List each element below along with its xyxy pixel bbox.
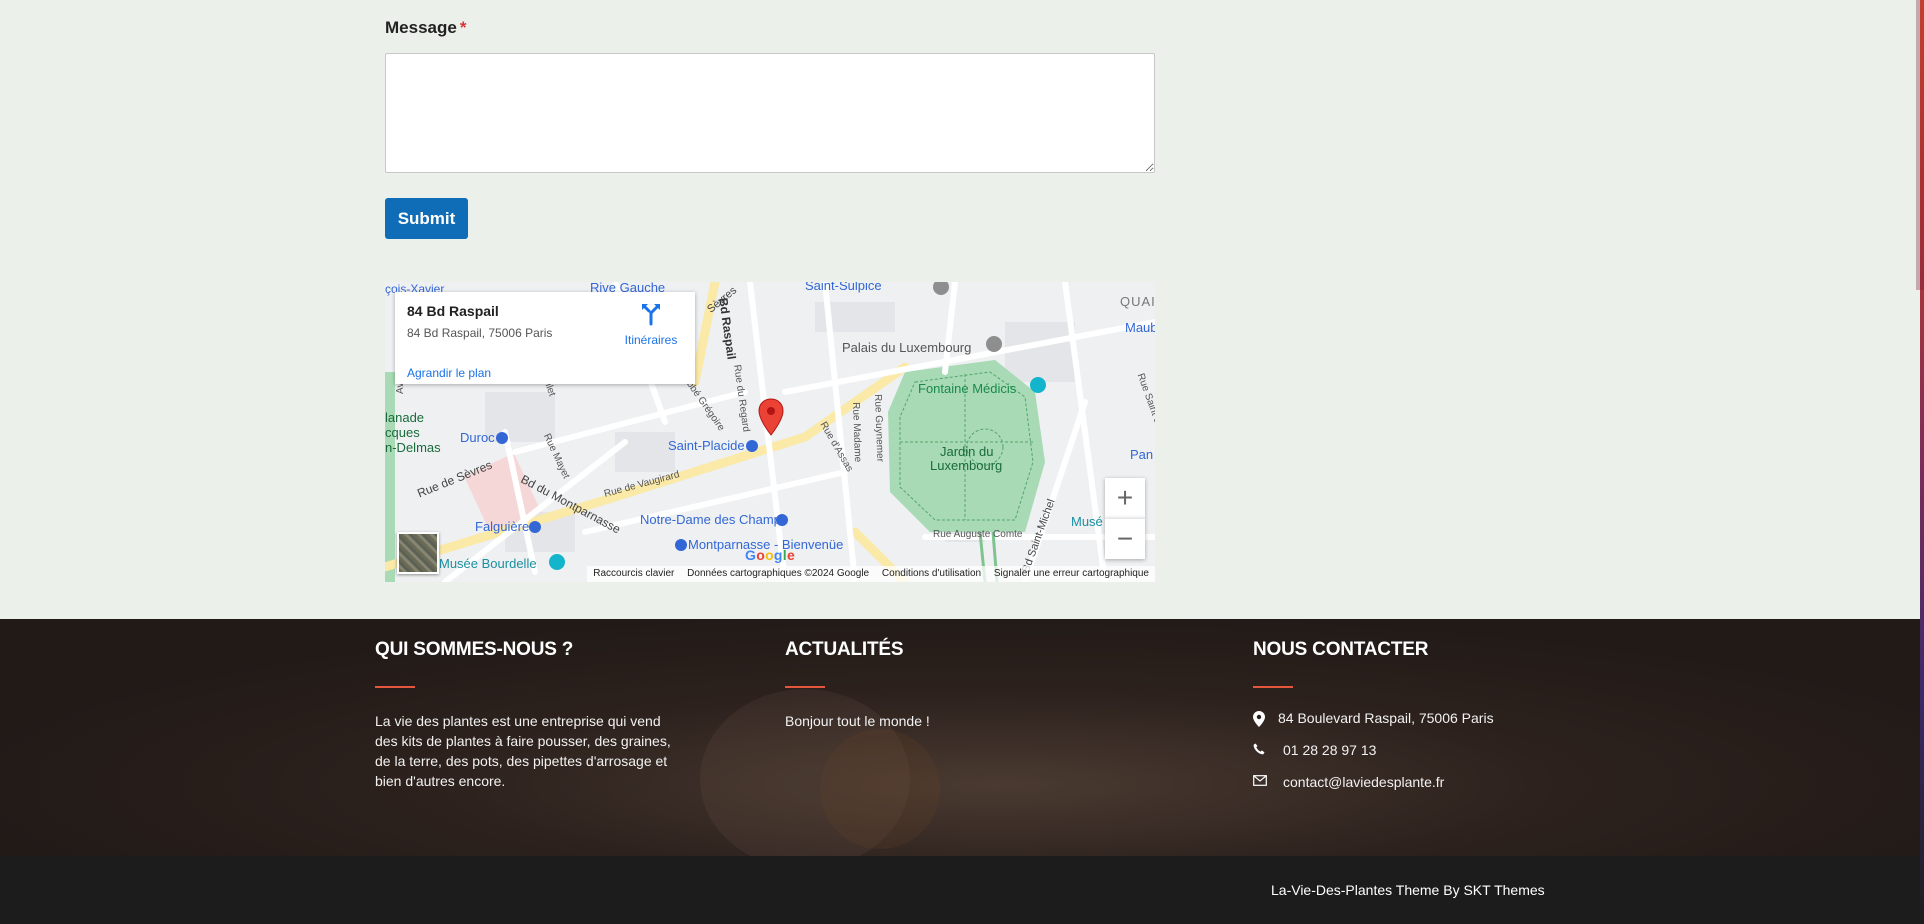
message-label: Message * (385, 18, 466, 38)
site-footer: QUI SOMMES-NOUS ? La vie des plantes est… (0, 619, 1920, 869)
terms-of-use-link[interactable]: Conditions d'utilisation (882, 568, 981, 579)
footer-about-heading: QUI SOMMES-NOUS ? (375, 639, 574, 660)
google-logo: Google (745, 547, 796, 563)
envelope-icon (1253, 775, 1267, 786)
place-info-card: 84 Bd Raspail 84 Bd Raspail, 75006 Paris… (395, 292, 695, 384)
footer-bottom-bar: La-Vie-Des-Plantes Theme By SKT Themes (0, 856, 1920, 924)
map-attribution-bar: Raccourcis clavier Données cartographiqu… (587, 566, 1155, 582)
footer-about-column: QUI SOMMES-NOUS ? La vie des plantes est… (375, 619, 675, 805)
map-label-esplanade-1: lanade (385, 410, 425, 425)
directions-icon (642, 304, 660, 326)
footer-news-heading: ACTUALITÉS (785, 639, 904, 660)
directions-label: Itinéraires (624, 333, 678, 347)
contact-phone[interactable]: 01 28 28 97 13 (1283, 742, 1376, 758)
enlarge-map-link[interactable]: Agrandir le plan (407, 366, 491, 380)
map-label-falguiere: Falguière (475, 519, 530, 534)
submit-button[interactable]: Submit (385, 198, 468, 239)
map-label-rue-madame: Rue Madame (850, 402, 864, 463)
map-label-rue-auguste-comte: Rue Auguste Comte (933, 529, 1023, 540)
footer-bg-decoration (820, 729, 940, 849)
map-pin-icon[interactable] (758, 398, 784, 436)
map-marker-icon (1253, 711, 1265, 727)
footer-about-text: La vie des plantes est une entreprise qu… (375, 713, 671, 789)
footer-heading-underline (375, 686, 415, 688)
footer-contact-column: NOUS CONTACTER 84 Boulevard Raspail, 750… (1253, 619, 1653, 856)
news-post-link[interactable]: Bonjour tout le monde ! (785, 711, 1085, 731)
footer-heading-underline (1253, 686, 1293, 688)
keyboard-shortcuts-link[interactable]: Raccourcis clavier (593, 568, 674, 579)
map-label-fontaine: Fontaine Médicis (918, 381, 1017, 396)
map-label-jardin-1: Jardin du (940, 444, 994, 459)
map-label-esplanade-3: n-Delmas (385, 440, 441, 455)
map-label-duroc: Duroc (460, 430, 495, 445)
message-label-text: Message (385, 18, 457, 37)
map-data-credit: Données cartographiques ©2024 Google (687, 568, 870, 579)
contact-address: 84 Boulevard Raspail, 75006 Paris (1278, 710, 1494, 726)
footer-contact-heading: NOUS CONTACTER (1253, 639, 1429, 660)
map-label-jardin-2: Luxembourg (930, 458, 1003, 473)
map-label-musee-bourdelle: Musée Bourdelle (439, 556, 537, 571)
map-label-saint-placide: Saint-Placide (668, 438, 745, 453)
phone-icon (1253, 743, 1265, 755)
map-label-quai: QUAI (1120, 294, 1155, 309)
theme-credits[interactable]: La-Vie-Des-Plantes Theme By SKT Themes (1271, 882, 1545, 898)
map-label-rue-guynemer: Rue Guynemer (872, 394, 886, 463)
map-label-muse: Musé (1071, 514, 1103, 529)
footer-heading-underline (785, 686, 825, 688)
google-map[interactable]: Rive Gauche Saint-Sulpice çois-Xavier QU… (385, 282, 1155, 582)
required-asterisk: * (459, 18, 467, 37)
satellite-toggle-button[interactable] (397, 532, 439, 574)
map-label-esplanade-2: cques (385, 425, 420, 440)
directions-button[interactable]: Itinéraires (621, 304, 681, 347)
map-label-maub: Maub (1125, 320, 1155, 335)
footer-news-column: ACTUALITÉS Bonjour tout le monde ! (785, 619, 1085, 745)
zoom-out-button[interactable]: − (1105, 518, 1145, 559)
map-label-notre-dame: Notre-Dame des Champs (640, 512, 788, 527)
map-label-palais: Palais du Luxembourg (842, 340, 972, 355)
map-label-pan: Pan (1130, 447, 1154, 462)
map-label-saint-sulpice: Saint-Sulpice (805, 282, 882, 293)
message-textarea[interactable] (385, 53, 1155, 173)
zoom-in-button[interactable]: + (1105, 478, 1145, 518)
report-error-link[interactable]: Signaler une erreur cartographique (994, 568, 1149, 579)
contact-email[interactable]: contact@laviedesplante.fr (1283, 774, 1444, 790)
scrollbar-thumb[interactable] (1916, 0, 1924, 290)
